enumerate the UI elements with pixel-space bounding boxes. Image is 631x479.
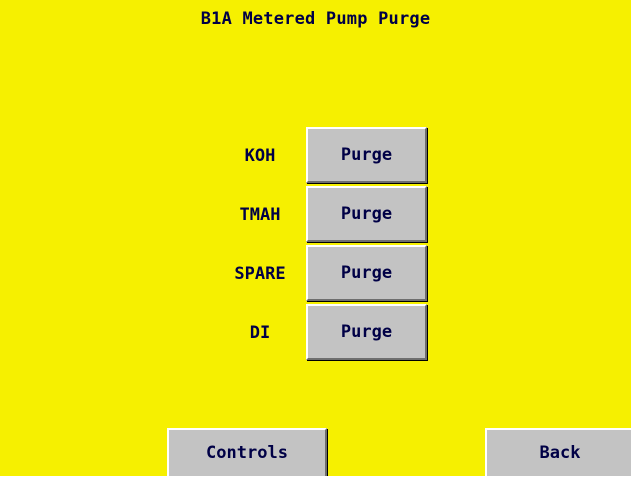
purge-label-spare: SPARE bbox=[234, 264, 286, 284]
hmi-screen: B1A Metered Pump Purge KOH Purge TMAH Pu… bbox=[0, 0, 631, 479]
purge-button-di[interactable]: Purge bbox=[306, 304, 427, 360]
controls-button[interactable]: Controls bbox=[167, 428, 327, 478]
purge-label-tmah: TMAH bbox=[239, 205, 281, 225]
purge-button-spare[interactable]: Purge bbox=[306, 245, 427, 301]
purge-label-koh: KOH bbox=[244, 146, 276, 166]
purge-button-tmah[interactable]: Purge bbox=[306, 186, 427, 242]
purge-label-di: DI bbox=[249, 323, 271, 343]
purge-button-koh[interactable]: Purge bbox=[306, 127, 427, 183]
page-title: B1A Metered Pump Purge bbox=[200, 9, 431, 29]
back-button[interactable]: Back bbox=[485, 428, 631, 478]
